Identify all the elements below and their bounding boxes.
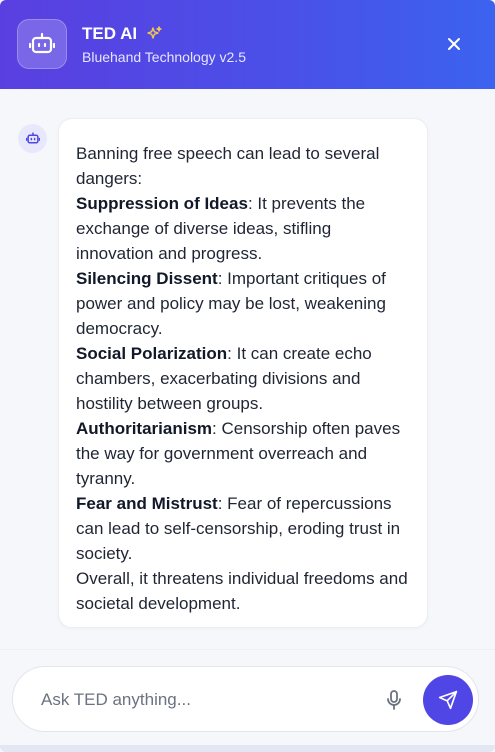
- mic-button[interactable]: [382, 688, 406, 712]
- send-icon: [438, 690, 458, 710]
- robot-icon: [29, 32, 55, 54]
- assistant-avatar: [18, 124, 47, 153]
- chat-area[interactable]: Banning free speech can lead to several …: [0, 89, 495, 649]
- bottom-bar: [0, 745, 495, 752]
- message-point: Fear and Mistrust: Fear of repercussions…: [76, 491, 411, 566]
- point-term: Social Polarization: [76, 344, 228, 363]
- message-conclusion: Overall, it threatens individual freedom…: [76, 569, 408, 613]
- robot-icon: [25, 132, 40, 144]
- close-button[interactable]: [440, 30, 468, 58]
- message-input[interactable]: [41, 687, 361, 713]
- point-term: Fear and Mistrust: [76, 494, 218, 513]
- microphone-icon: [387, 690, 401, 710]
- composer: [0, 650, 495, 752]
- message-point: Social Polarization: It can create echo …: [76, 341, 411, 416]
- message-point: Silencing Dissent: Important critiques o…: [76, 266, 411, 341]
- message-point: Authoritarianism: Censorship often paves…: [76, 416, 411, 491]
- point-term: Suppression of Ideas: [76, 194, 248, 213]
- assistant-message: Banning free speech can lead to several …: [58, 118, 428, 628]
- point-term: Silencing Dissent: [76, 269, 218, 288]
- composer-box: [12, 666, 479, 732]
- message-point: Suppression of Ideas: It prevents the ex…: [76, 191, 411, 266]
- close-icon: [448, 38, 460, 50]
- chat-window: TED AI Bluehand Technology v2.5 Banning …: [0, 0, 495, 752]
- title-row: TED AI: [82, 24, 162, 44]
- bot-avatar: [17, 19, 67, 69]
- send-button[interactable]: [423, 675, 473, 725]
- app-subtitle: Bluehand Technology v2.5: [82, 49, 246, 65]
- sparkle-icon: [146, 26, 162, 42]
- chat-header: TED AI Bluehand Technology v2.5: [0, 0, 495, 89]
- point-term: Authoritarianism: [76, 419, 213, 438]
- app-title: TED AI: [82, 24, 138, 43]
- message-intro: Banning free speech can lead to several …: [76, 144, 380, 188]
